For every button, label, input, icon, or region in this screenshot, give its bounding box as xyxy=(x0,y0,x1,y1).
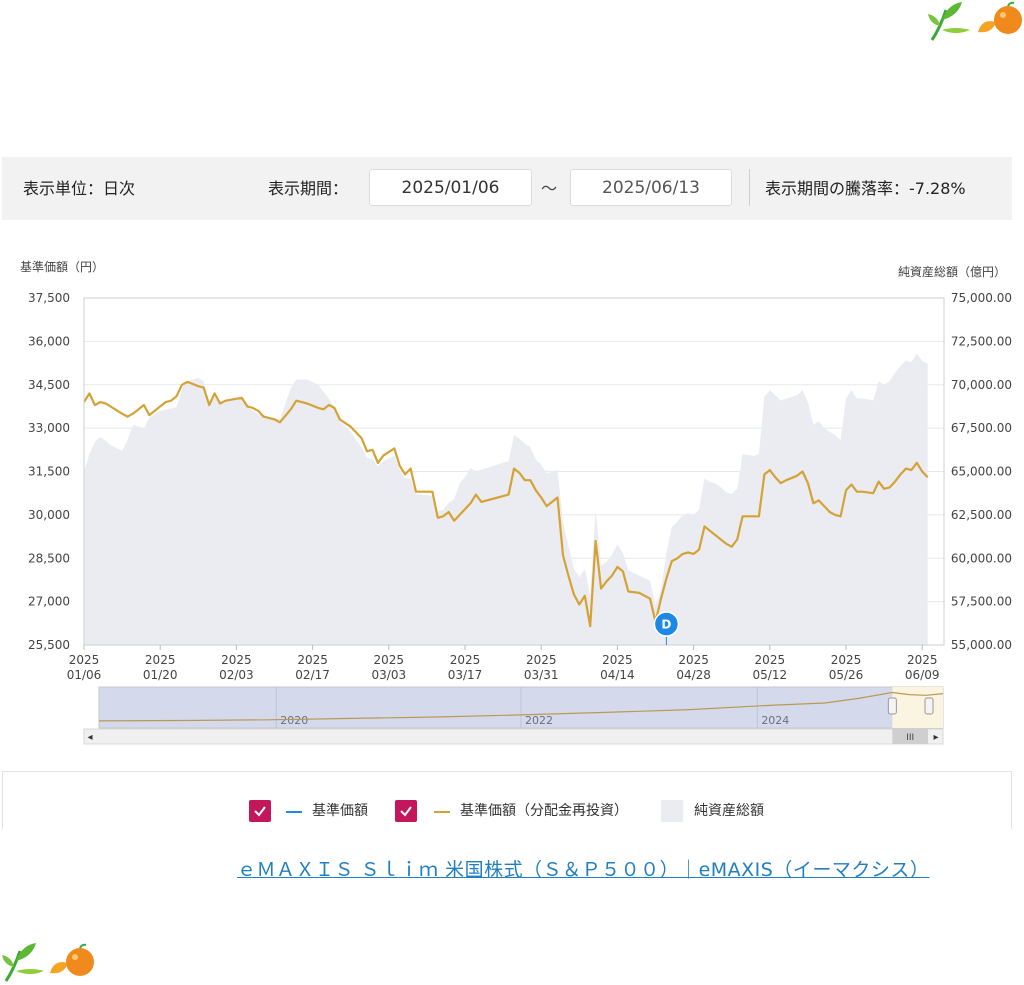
y-tick-label: 36,000 xyxy=(28,334,70,348)
x-tick-year: 2025 xyxy=(374,653,405,667)
x-tick-date: 05/12 xyxy=(753,668,788,682)
x-tick-date: 02/17 xyxy=(295,668,330,682)
x-tick-date: 03/31 xyxy=(524,668,559,682)
y-tick-label: 34,500 xyxy=(28,378,70,392)
x-tick-year: 2025 xyxy=(145,653,176,667)
y2-tick-label: 60,000.00 xyxy=(951,551,1012,565)
end-date-input[interactable]: 2025/06/13 xyxy=(570,169,732,206)
y2-tick-label: 57,500.00 xyxy=(951,595,1012,609)
navigator-scrollbar-track[interactable] xyxy=(83,728,944,745)
x-tick-year: 2025 xyxy=(678,653,709,667)
x-tick-year: 2025 xyxy=(450,653,481,667)
x-tick-date: 01/20 xyxy=(143,668,178,682)
y2-tick-label: 75,000.00 xyxy=(951,291,1012,305)
x-tick-year: 2025 xyxy=(602,653,633,667)
x-tick-date: 03/17 xyxy=(448,668,483,682)
y-tick-label: 28,500 xyxy=(28,551,70,565)
legend: 基準価額 基準価額（分配金再投資） 純資産総額 xyxy=(2,771,1012,829)
x-tick-date: 05/26 xyxy=(829,668,864,682)
x-tick-date: 03/03 xyxy=(372,668,407,682)
navigator-handle[interactable] xyxy=(924,697,934,715)
legend-swatch-net-assets[interactable] xyxy=(661,800,683,822)
legend-label-nav-price: 基準価額 xyxy=(312,803,368,819)
y2-tick-label: 72,500.00 xyxy=(951,334,1012,348)
x-tick-year: 2025 xyxy=(221,653,252,667)
net-assets-area xyxy=(84,353,928,645)
leaf-orange-logo-top xyxy=(928,1,1022,41)
navigator-year-label: 2024 xyxy=(761,714,789,727)
y2-axis-title: 純資産総額（億円） xyxy=(898,264,1006,279)
scroll-grip-icon: III xyxy=(906,733,914,743)
price-chart: 基準価額（円） 純資産総額（億円） 37,500 36,000 34,500 33,0… xyxy=(20,259,1012,745)
y2-tick-label: 55,000.00 xyxy=(951,638,1012,652)
legend-swatch-reinvested xyxy=(434,811,450,813)
y-tick-label: 37,500 xyxy=(28,291,70,305)
y2-tick-label: 62,500.00 xyxy=(951,508,1012,522)
leaf-orange-logo-bottom xyxy=(2,943,94,982)
scroll-right-arrow-icon[interactable]: ▸ xyxy=(933,732,938,743)
y-tick-label: 27,000 xyxy=(28,595,70,609)
y2-tick-label: 67,500.00 xyxy=(951,421,1012,435)
scroll-left-arrow-icon[interactable]: ◂ xyxy=(87,732,92,743)
y2-axis-ticks: 75,000.00 72,500.00 70,000.00 67,500.00 65,0… xyxy=(951,291,1012,652)
period-change-rate: 表示期間の騰落率：-7.28% xyxy=(765,179,966,198)
legend-checkbox-reinvested[interactable] xyxy=(395,800,417,822)
x-tick-year: 2025 xyxy=(831,653,862,667)
fund-page-link[interactable]: ｅＭＡＸＩＳ Ｓｌｉｍ 米国株式（Ｓ＆Ｐ５００）｜eMAXIS（イーマクシス） xyxy=(237,855,929,882)
start-date-input[interactable]: 2025/01/06 xyxy=(369,169,532,206)
x-tick-date: 04/14 xyxy=(600,668,635,682)
legend-label-net-assets: 純資産総額 xyxy=(694,803,764,819)
x-tick-date: 06/09 xyxy=(905,668,940,682)
navigator-handle[interactable] xyxy=(887,697,897,715)
x-tick-date: 04/28 xyxy=(676,668,711,682)
x-tick-year: 2025 xyxy=(526,653,557,667)
filter-divider xyxy=(749,169,750,206)
filter-bar: 表示単位：日次 表示期間： 2025/01/06 ～ 2025/06/13 表示… xyxy=(2,157,1012,220)
check-icon xyxy=(254,806,266,817)
check-icon xyxy=(400,806,412,817)
legend-checkbox-nav-price[interactable] xyxy=(249,800,271,822)
legend-swatch-nav-price xyxy=(286,811,302,813)
navigator-year-label: 2020 xyxy=(280,714,308,727)
x-tick-year: 2025 xyxy=(755,653,786,667)
y-axis-title: 基準価額（円） xyxy=(20,259,104,274)
x-tick-date: 02/03 xyxy=(219,668,254,682)
x-axis-ticks: 202501/06202501/20202502/03202502/172025… xyxy=(67,645,940,682)
y-tick-label: 25,500 xyxy=(28,638,70,652)
display-period-label: 表示期間： xyxy=(268,179,349,198)
marker-label: D xyxy=(661,618,671,632)
x-tick-year: 2025 xyxy=(69,653,100,667)
y2-tick-label: 70,000.00 xyxy=(951,378,1012,392)
y-tick-label: 30,000 xyxy=(28,508,70,522)
x-tick-year: 2025 xyxy=(907,653,938,667)
navigator-year-label: 2022 xyxy=(525,714,553,727)
x-tick-year: 2025 xyxy=(297,653,328,667)
y-tick-label: 33,000 xyxy=(28,421,70,435)
y-axis-ticks: 37,500 36,000 34,500 33,000 31,500 30,000 28,5… xyxy=(28,291,70,652)
legend-label-reinvested: 基準価額（分配金再投資） xyxy=(460,803,628,819)
x-tick-date: 01/06 xyxy=(67,668,102,682)
display-unit-label: 表示単位：日次 xyxy=(23,179,136,198)
y2-tick-label: 65,000.00 xyxy=(951,465,1012,479)
range-navigator[interactable]: 2020 2022 2024 III ◂ ▸ xyxy=(83,686,944,745)
period-tilde: ～ xyxy=(541,179,558,198)
y-tick-label: 31,500 xyxy=(28,465,70,479)
